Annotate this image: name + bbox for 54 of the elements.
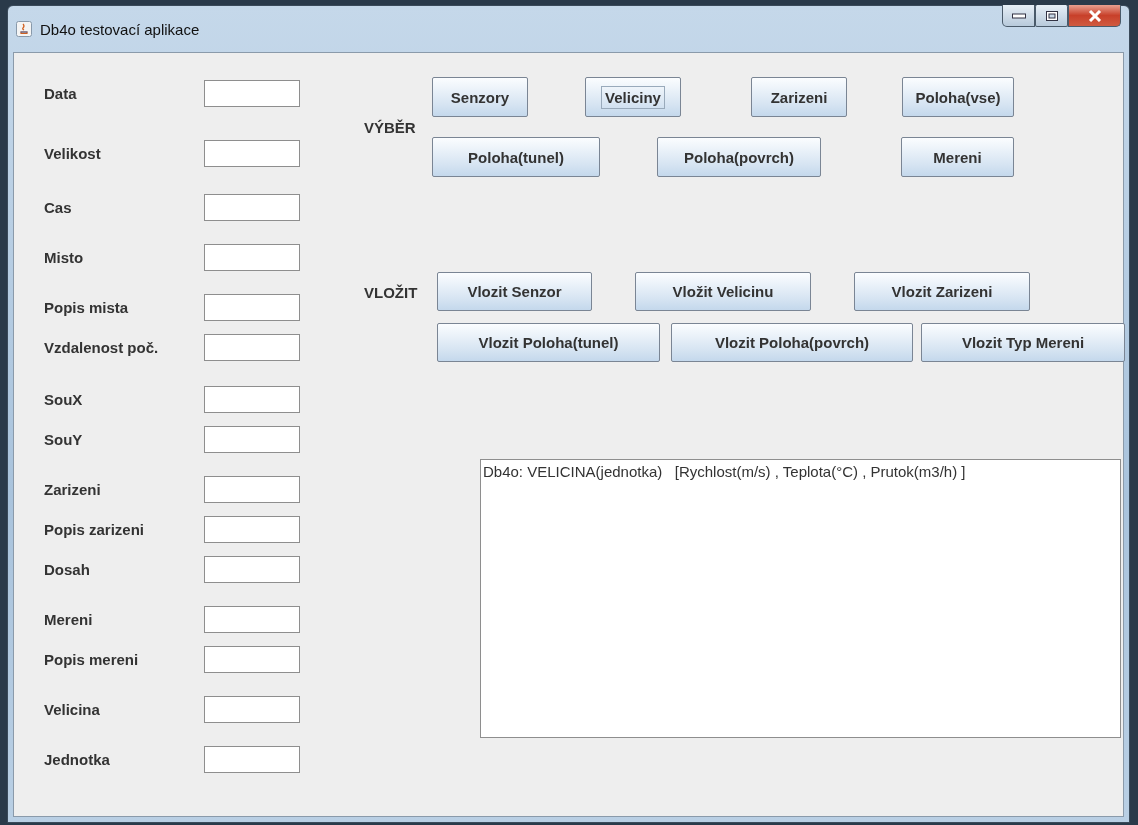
field-label: Velicina	[44, 701, 101, 718]
field-label: Popis mereni	[44, 651, 140, 668]
action-button[interactable]: Vlozit Poloha(povrch)	[671, 323, 913, 362]
window-title: Db4o testovací aplikace	[40, 20, 200, 38]
action-button[interactable]: Vlozit Zarizeni	[854, 272, 1030, 311]
input-field[interactable]	[204, 426, 300, 453]
maximize-icon	[1045, 10, 1058, 21]
input-field[interactable]	[204, 696, 300, 723]
action-button[interactable]: Poloha(tunel)	[432, 137, 600, 177]
minimize-button[interactable]	[1002, 5, 1035, 27]
action-button[interactable]: Vlozit Senzor	[437, 272, 592, 311]
maximize-button[interactable]	[1035, 5, 1068, 27]
action-button[interactable]: Poloha(vse)	[902, 77, 1014, 117]
input-field[interactable]	[204, 646, 300, 673]
field-label: Zarizeni	[44, 481, 102, 498]
field-label: Velikost	[44, 145, 102, 162]
field-label: SouY	[44, 431, 84, 448]
input-field[interactable]	[204, 746, 300, 773]
input-field[interactable]	[204, 194, 300, 221]
output-text-area[interactable]: Db4o: VELICINA(jednotka) [Rychlost(m/s) , Teplota(°C) , Prutok(m3/h) ]	[480, 459, 1121, 738]
field-label: Cas	[44, 199, 73, 216]
minimize-icon	[1011, 12, 1026, 19]
field-label: Data	[44, 85, 78, 102]
action-button[interactable]: Vlozit Typ Mereni	[921, 323, 1125, 362]
field-label: Dosah	[44, 561, 91, 578]
field-label: Popis mista	[44, 299, 130, 316]
input-field[interactable]	[204, 140, 300, 167]
field-label: Vzdalenost poč.	[44, 339, 160, 356]
input-field[interactable]	[204, 516, 300, 543]
field-label: Misto	[44, 249, 85, 266]
input-field[interactable]	[204, 334, 300, 361]
action-button[interactable]: Mereni	[901, 137, 1014, 177]
input-field[interactable]	[204, 80, 300, 107]
field-label: SouX	[44, 391, 84, 408]
input-field[interactable]	[204, 606, 300, 633]
field-label: Mereni	[44, 611, 94, 628]
app-icon	[16, 21, 32, 37]
input-field[interactable]	[204, 476, 300, 503]
section-label: VLOŽIT	[363, 283, 419, 303]
close-icon	[1087, 9, 1102, 22]
field-label: Popis zarizeni	[44, 521, 146, 538]
section-label: VÝBĚR	[363, 118, 417, 136]
action-button[interactable]: Zarizeni	[751, 77, 847, 117]
action-button[interactable]: Vložit Velicinu	[635, 272, 811, 311]
action-button[interactable]: Poloha(povrch)	[657, 137, 821, 177]
input-field[interactable]	[204, 294, 300, 321]
field-label: Jednotka	[44, 751, 111, 768]
action-button[interactable]: Senzory	[432, 77, 528, 117]
close-button[interactable]	[1068, 5, 1121, 27]
input-field[interactable]	[204, 386, 300, 413]
action-button[interactable]: Vlozit Poloha(tunel)	[437, 323, 660, 362]
input-field[interactable]	[204, 244, 300, 271]
input-field[interactable]	[204, 556, 300, 583]
action-button[interactable]: Veliciny	[585, 77, 681, 117]
